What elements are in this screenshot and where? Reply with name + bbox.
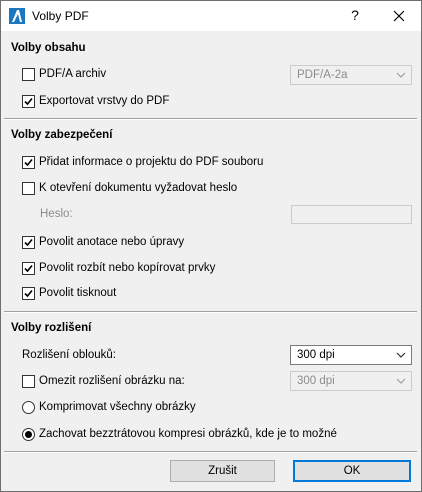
password-label: Heslo:: [40, 208, 73, 220]
dialog-content: Volby obsahu PDF/A archiv PDF/A-2a Expor…: [1, 31, 421, 491]
image-resolution-value: 300 dpi: [297, 375, 335, 387]
cancel-button[interactable]: Zrušit: [170, 460, 275, 482]
pdfa-version-select[interactable]: PDF/A-2a: [290, 65, 412, 85]
checkmark-icon: [24, 264, 33, 272]
arc-resolution-select[interactable]: 300 dpi: [290, 345, 412, 365]
security-options-heading: Volby zabezpečení: [11, 129, 113, 141]
allow-extract-checkbox[interactable]: Povolit rozbít nebo kopírovat prvky: [22, 260, 215, 276]
arc-resolution-label: Rozlišení oblouků:: [22, 349, 116, 361]
resolution-options-heading: Volby rozlišení: [11, 322, 92, 334]
pdfa-version-value: PDF/A-2a: [297, 69, 348, 81]
arc-resolution-value: 300 dpi: [297, 349, 335, 361]
archicad-app-icon: [9, 8, 25, 24]
export-layers-checkbox[interactable]: Exportovat vrstvy do PDF: [22, 93, 169, 109]
pdfa-label: PDF/A archiv: [39, 68, 107, 80]
add-project-info-label: Přidat informace o projektu do PDF soubo…: [39, 156, 264, 168]
title-bar: Volby PDF ?: [1, 1, 421, 31]
lossless-compression-radio-circle[interactable]: [22, 427, 35, 441]
require-password-checkbox[interactable]: K otevření dokumentu vyžadovat heslo: [22, 180, 237, 196]
password-input[interactable]: [291, 205, 412, 224]
pdfa-archive-checkbox[interactable]: PDF/A archiv: [22, 66, 106, 82]
allow-extract-label: Povolit rozbít nebo kopírovat prvky: [39, 262, 216, 274]
require-password-label: K otevření dokumentu vyžadovat heslo: [39, 182, 238, 194]
export-layers-checkbox-box[interactable]: [22, 94, 35, 108]
ok-button[interactable]: OK: [293, 460, 411, 482]
checkmark-icon: [24, 97, 33, 105]
section-divider: [4, 311, 417, 313]
allow-annotations-label: Povolit anotace nebo úpravy: [39, 236, 185, 248]
window-title: Volby PDF: [32, 9, 89, 23]
close-button[interactable]: [385, 5, 413, 27]
compress-all-radio-circle[interactable]: [22, 400, 35, 414]
section-divider: [4, 118, 417, 120]
add-project-info-checkbox-box[interactable]: [22, 155, 35, 169]
allow-annotations-checkbox-box[interactable]: [22, 235, 35, 249]
add-project-info-checkbox[interactable]: Přidat informace o projektu do PDF soubo…: [22, 154, 263, 170]
allow-print-label: Povolit tisknout: [39, 287, 117, 299]
arc-resolution-row: Rozlišení oblouků:: [22, 347, 116, 363]
image-resolution-select[interactable]: 300 dpi: [290, 371, 412, 391]
close-icon: [393, 10, 405, 22]
lossless-compression-label: Zachovat bezztrátovou kompresi obrázků, …: [39, 428, 337, 440]
checkmark-icon: [24, 289, 33, 297]
password-row: Heslo:: [40, 206, 73, 222]
limit-image-resolution-checkbox-box[interactable]: [22, 374, 35, 388]
chevron-down-icon: [396, 72, 406, 78]
limit-image-resolution-checkbox[interactable]: Omezit rozlišení obrázku na:: [22, 373, 185, 389]
allow-print-checkbox-box[interactable]: [22, 286, 35, 300]
chevron-down-icon: [396, 352, 406, 358]
allow-extract-checkbox-box[interactable]: [22, 261, 35, 275]
export-layers-label: Exportovat vrstvy do PDF: [39, 95, 170, 107]
checkmark-icon: [24, 158, 33, 166]
pdfa-checkbox-box[interactable]: [22, 67, 35, 81]
content-options-heading: Volby obsahu: [11, 42, 86, 54]
chevron-down-icon: [396, 378, 406, 384]
allow-print-checkbox[interactable]: Povolit tisknout: [22, 285, 116, 301]
lossless-compression-radio[interactable]: Zachovat bezztrátovou kompresi obrázků, …: [22, 426, 337, 442]
checkmark-icon: [24, 238, 33, 246]
limit-image-resolution-label: Omezit rozlišení obrázku na:: [39, 375, 185, 387]
pdf-options-dialog: Volby PDF ? Volby obsahu PDF/A archiv PD…: [0, 0, 422, 492]
compress-all-label: Komprimovat všechny obrázky: [39, 401, 196, 413]
footer-divider: [4, 451, 417, 453]
help-button[interactable]: ?: [345, 7, 365, 23]
require-password-checkbox-box[interactable]: [22, 181, 35, 195]
allow-annotations-checkbox[interactable]: Povolit anotace nebo úpravy: [22, 234, 184, 250]
compress-all-radio[interactable]: Komprimovat všechny obrázky: [22, 399, 196, 415]
